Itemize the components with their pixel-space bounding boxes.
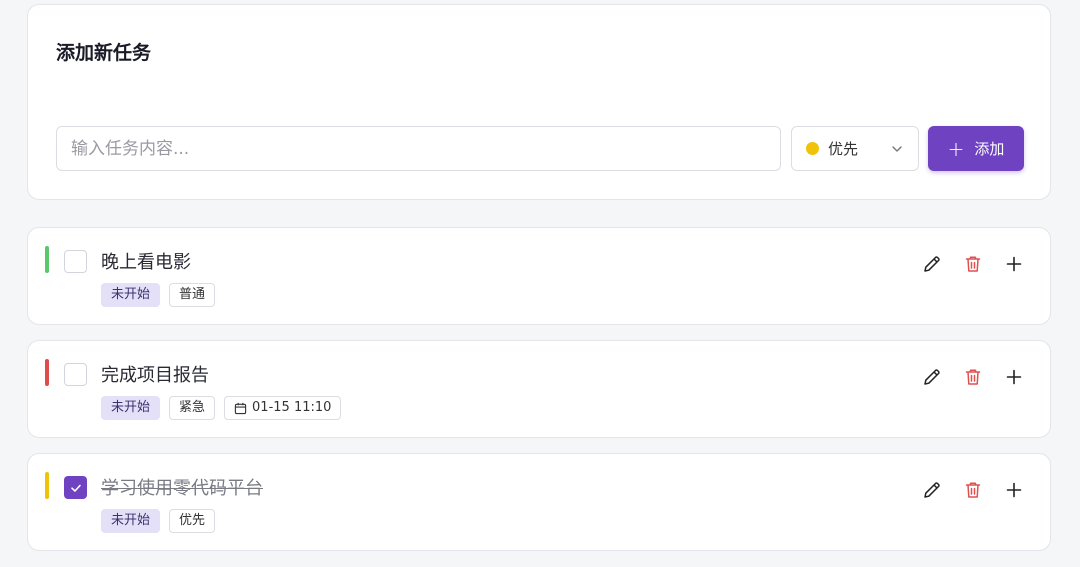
- priority-select[interactable]: 优先: [791, 126, 919, 171]
- task-input[interactable]: [56, 126, 781, 171]
- add-task-button[interactable]: + 添加: [928, 126, 1024, 171]
- status-tag: 未开始: [101, 396, 161, 420]
- task-title: 学习使用零代码平台: [101, 478, 263, 499]
- status-tag: 未开始: [101, 283, 161, 307]
- priority-tag: 紧急: [169, 396, 216, 420]
- task-actions: [922, 254, 1024, 274]
- chevron-down-icon: [892, 145, 902, 152]
- priority-dot: [806, 142, 819, 155]
- delete-icon[interactable]: [963, 254, 983, 274]
- status-tag: 未开始: [101, 509, 161, 533]
- edit-icon[interactable]: [922, 367, 942, 387]
- priority-select-label: 优先: [828, 140, 859, 158]
- plus-icon: +: [947, 136, 965, 161]
- add-subtask-icon[interactable]: [1004, 367, 1024, 387]
- task-card: 晚上看电影 未开始 普通: [27, 227, 1051, 325]
- task-tags: 未开始 普通: [101, 283, 216, 307]
- task-checkbox[interactable]: [64, 250, 87, 273]
- task-tags: 未开始 紧急 01-15 11:10: [101, 396, 342, 420]
- edit-icon[interactable]: [922, 254, 942, 274]
- due-date-label: 01-15 11:10: [252, 400, 332, 415]
- priority-tag: 普通: [169, 283, 216, 307]
- add-subtask-icon[interactable]: [1004, 254, 1024, 274]
- calendar-icon: [234, 402, 247, 414]
- add-button-label: 添加: [974, 140, 1005, 158]
- task-actions: [922, 480, 1024, 500]
- edit-icon[interactable]: [922, 480, 942, 500]
- priority-indicator: [45, 246, 49, 273]
- priority-indicator: [45, 472, 49, 499]
- delete-icon[interactable]: [963, 480, 983, 500]
- task-title: 晚上看电影: [101, 252, 191, 273]
- task-checkbox[interactable]: [64, 363, 87, 386]
- add-task-card: 添加新任务 优先 + 添加: [27, 4, 1051, 200]
- check-icon: [70, 484, 81, 492]
- task-title: 完成项目报告: [101, 365, 209, 386]
- due-date-tag: 01-15 11:10: [224, 396, 342, 420]
- delete-icon[interactable]: [963, 367, 983, 387]
- add-task-title: 添加新任务: [56, 42, 152, 64]
- task-card: 学习使用零代码平台 未开始 优先: [27, 453, 1051, 551]
- task-tags: 未开始 优先: [101, 509, 216, 533]
- add-subtask-icon[interactable]: [1004, 480, 1024, 500]
- task-checkbox[interactable]: [64, 476, 87, 499]
- priority-indicator: [45, 359, 49, 386]
- priority-tag: 优先: [169, 509, 216, 533]
- task-actions: [922, 367, 1024, 387]
- task-card: 完成项目报告 未开始 紧急 01-15 11:10: [27, 340, 1051, 438]
